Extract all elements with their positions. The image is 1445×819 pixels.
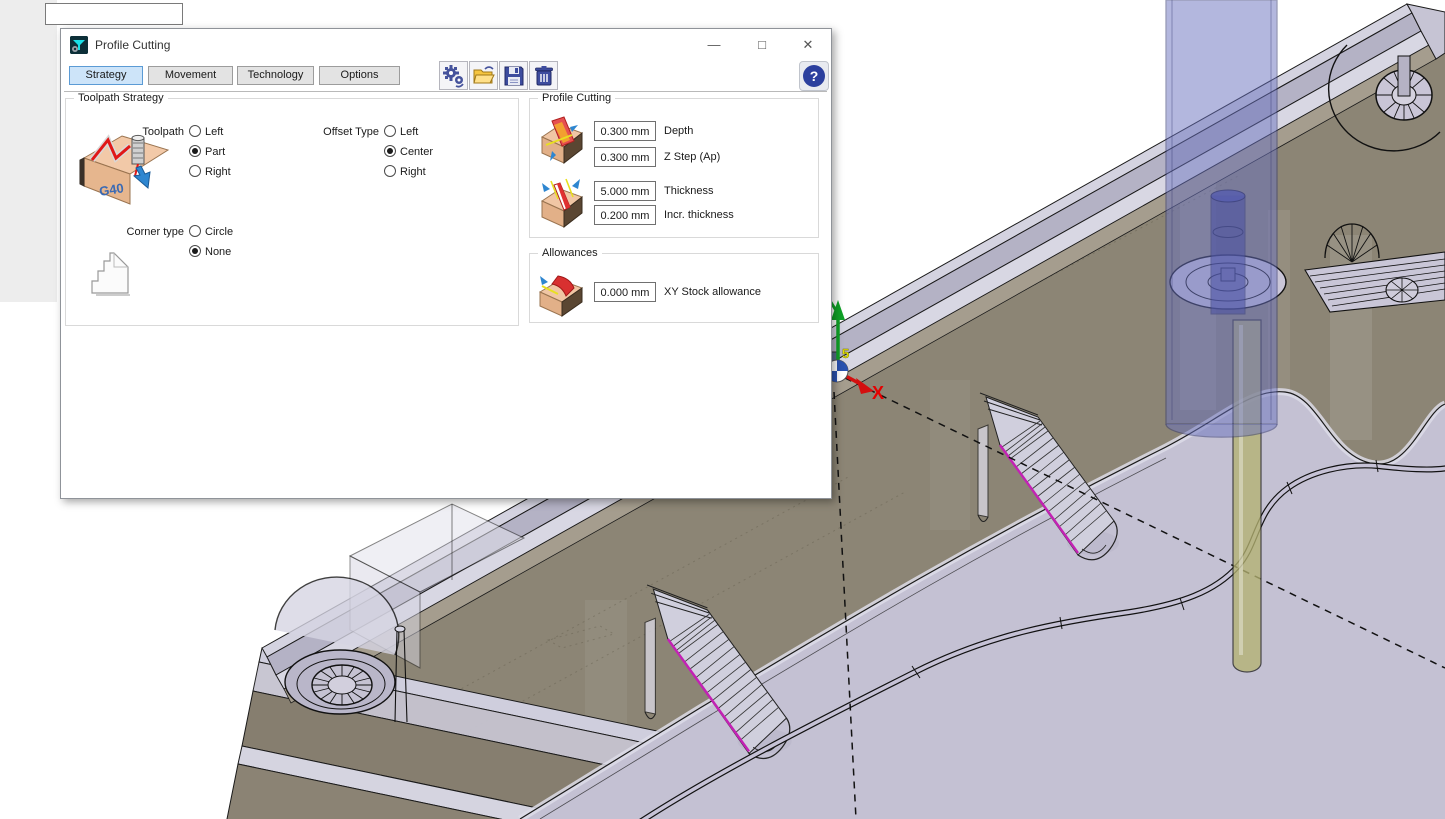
left-tool-strip: [0, 0, 57, 302]
group-title: Allowances: [538, 247, 602, 259]
save-button[interactable]: [499, 61, 528, 90]
xy-allowance-label: XY Stock allowance: [664, 286, 761, 298]
open-button[interactable]: [469, 61, 498, 90]
generate-button[interactable]: [439, 61, 468, 90]
depth-icon: [538, 115, 584, 170]
profile-cutting-group: Profile Cutting 0.300 mm Depth 0.300 mm …: [529, 98, 819, 238]
radio-offset-right-label[interactable]: Right: [400, 166, 426, 178]
radio-offset-center-label[interactable]: Center: [400, 146, 433, 158]
radio-toolpath-left[interactable]: [189, 125, 201, 137]
group-title: Profile Cutting: [538, 92, 615, 104]
radio-corner-none[interactable]: [189, 245, 201, 257]
thickness-icon: [536, 177, 584, 232]
radio-corner-circle[interactable]: [189, 225, 201, 237]
xy-allowance-field[interactable]: 0.000 mm: [594, 282, 656, 302]
generate-gear-icon: [442, 64, 466, 88]
xy-allowance-icon: [536, 268, 584, 321]
thickness-field[interactable]: 5.000 mm: [594, 181, 656, 201]
toolpath-label: Toolpath: [114, 126, 184, 138]
radio-toolpath-part-label[interactable]: Part: [205, 146, 225, 158]
allowances-group: Allowances 0.000 mm XY Stock allowance: [529, 253, 819, 323]
incr-thickness-field[interactable]: 0.200 mm: [594, 205, 656, 225]
toolpath-g40-icon: G40: [78, 124, 174, 219]
radio-corner-none-label[interactable]: None: [205, 246, 231, 258]
radio-corner-circle-label[interactable]: Circle: [205, 226, 233, 238]
radio-offset-center[interactable]: [384, 145, 396, 157]
radio-toolpath-right-label[interactable]: Right: [205, 166, 231, 178]
profile-cutting-dialog: Profile Cutting — □ ✕ Strategy Movement …: [60, 28, 832, 499]
toolpath-strategy-group: Toolpath Strategy G40 Toolpath Left Part: [65, 98, 519, 326]
minimize-button[interactable]: —: [697, 33, 731, 57]
group-title: Toolpath Strategy: [74, 92, 168, 104]
operation-icon: [70, 36, 88, 54]
application-window: { "top_input": {"value": "", "placeholde…: [0, 0, 1445, 819]
radio-offset-right[interactable]: [384, 165, 396, 177]
offset-type-label: Offset Type: [309, 126, 379, 138]
help-icon: ?: [803, 65, 825, 87]
trash-icon: [532, 64, 556, 88]
dialog-titlebar[interactable]: Profile Cutting — □ ✕: [61, 29, 831, 61]
depth-field[interactable]: 0.300 mm: [594, 121, 656, 141]
open-folder-icon: [472, 64, 496, 88]
x-axis-label: X: [872, 383, 884, 403]
tab-strategy[interactable]: Strategy: [69, 66, 143, 85]
tab-options[interactable]: Options: [319, 66, 400, 85]
zstep-label: Z Step (Ap): [664, 151, 720, 163]
corner-type-icon: [84, 251, 134, 300]
maximize-button[interactable]: □: [745, 33, 779, 57]
toolbar-separator: [64, 91, 827, 92]
tab-movement[interactable]: Movement: [148, 66, 233, 85]
tool-shank: [1166, 0, 1277, 437]
radio-toolpath-left-label[interactable]: Left: [205, 126, 223, 138]
radio-toolpath-right[interactable]: [189, 165, 201, 177]
tab-technology[interactable]: Technology: [237, 66, 314, 85]
dialog-title: Profile Cutting: [95, 38, 170, 52]
quick-search-input[interactable]: [45, 3, 183, 25]
radio-offset-left[interactable]: [384, 125, 396, 137]
close-button[interactable]: ✕: [791, 33, 825, 57]
depth-label: Depth: [664, 125, 693, 137]
help-button[interactable]: ?: [799, 61, 829, 91]
origin-number-badge: 5: [842, 346, 849, 361]
radio-offset-left-label[interactable]: Left: [400, 126, 418, 138]
zstep-field[interactable]: 0.300 mm: [594, 147, 656, 167]
delete-button[interactable]: [529, 61, 558, 90]
radio-toolpath-part[interactable]: [189, 145, 201, 157]
incr-thickness-label: Incr. thickness: [664, 209, 734, 221]
thickness-label: Thickness: [664, 185, 714, 197]
save-floppy-icon: [502, 64, 526, 88]
corner-type-label: Corner type: [114, 226, 184, 238]
